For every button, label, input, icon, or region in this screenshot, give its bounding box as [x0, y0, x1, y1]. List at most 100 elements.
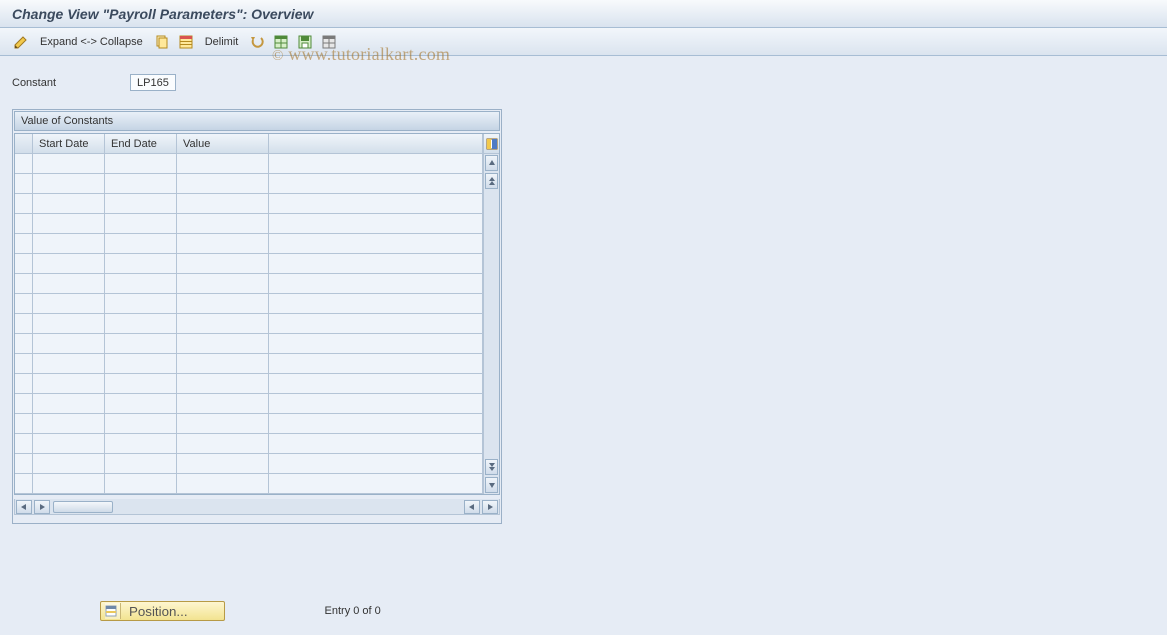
cell-value[interactable] [177, 234, 269, 254]
scroll-thumb-horizontal[interactable] [53, 501, 113, 513]
table-gray-icon[interactable] [320, 33, 338, 51]
expand-collapse-button[interactable]: Expand <-> Collapse [36, 36, 147, 48]
copy-icon[interactable] [153, 33, 171, 51]
cell-value[interactable] [177, 214, 269, 234]
table-row[interactable] [15, 154, 483, 174]
cell-start-date[interactable] [33, 294, 105, 314]
pencil-icon[interactable] [12, 33, 30, 51]
cell-end-date[interactable] [105, 414, 177, 434]
constant-value[interactable]: LP165 [130, 74, 176, 91]
row-handle[interactable] [15, 374, 33, 394]
cell-value[interactable] [177, 374, 269, 394]
table-row[interactable] [15, 174, 483, 194]
scroll-left-icon[interactable] [16, 500, 32, 514]
table-row[interactable] [15, 354, 483, 374]
row-handle[interactable] [15, 234, 33, 254]
row-handle[interactable] [15, 334, 33, 354]
cell-start-date[interactable] [33, 234, 105, 254]
cell-start-date[interactable] [33, 454, 105, 474]
cell-end-date[interactable] [105, 334, 177, 354]
scroll-right-inner-icon[interactable] [34, 500, 50, 514]
scroll-track-vertical[interactable] [484, 190, 499, 458]
cell-value[interactable] [177, 274, 269, 294]
row-handle[interactable] [15, 274, 33, 294]
row-handle-header[interactable] [15, 134, 33, 154]
select-all-icon[interactable] [177, 33, 195, 51]
table-row[interactable] [15, 334, 483, 354]
cell-value[interactable] [177, 254, 269, 274]
cell-start-date[interactable] [33, 214, 105, 234]
cell-value[interactable] [177, 354, 269, 374]
scroll-left-end-icon[interactable] [464, 500, 480, 514]
cell-end-date[interactable] [105, 454, 177, 474]
scroll-up-icon[interactable] [485, 155, 498, 171]
table-green-icon[interactable] [272, 33, 290, 51]
cell-start-date[interactable] [33, 274, 105, 294]
row-handle[interactable] [15, 174, 33, 194]
cell-end-date[interactable] [105, 354, 177, 374]
row-handle[interactable] [15, 354, 33, 374]
horizontal-scrollbar[interactable] [14, 499, 500, 515]
cell-value[interactable] [177, 454, 269, 474]
scroll-down-page-icon[interactable] [485, 459, 498, 475]
row-handle[interactable] [15, 454, 33, 474]
cell-value[interactable] [177, 314, 269, 334]
row-handle[interactable] [15, 214, 33, 234]
table-row[interactable] [15, 194, 483, 214]
table-row[interactable] [15, 374, 483, 394]
cell-start-date[interactable] [33, 434, 105, 454]
table-row[interactable] [15, 294, 483, 314]
table-row[interactable] [15, 394, 483, 414]
cell-start-date[interactable] [33, 314, 105, 334]
cell-value[interactable] [177, 474, 269, 494]
row-handle[interactable] [15, 474, 33, 494]
table-row[interactable] [15, 474, 483, 494]
undo-icon[interactable] [248, 33, 266, 51]
table-row[interactable] [15, 234, 483, 254]
cell-value[interactable] [177, 414, 269, 434]
scroll-down-icon[interactable] [485, 477, 498, 493]
row-handle[interactable] [15, 294, 33, 314]
cell-value[interactable] [177, 174, 269, 194]
row-handle[interactable] [15, 434, 33, 454]
cell-end-date[interactable] [105, 274, 177, 294]
cell-end-date[interactable] [105, 214, 177, 234]
cell-start-date[interactable] [33, 414, 105, 434]
row-handle[interactable] [15, 394, 33, 414]
table-row[interactable] [15, 314, 483, 334]
row-handle[interactable] [15, 194, 33, 214]
table-row[interactable] [15, 214, 483, 234]
cell-end-date[interactable] [105, 394, 177, 414]
cell-end-date[interactable] [105, 314, 177, 334]
scroll-up-page-icon[interactable] [485, 173, 498, 189]
cell-end-date[interactable] [105, 254, 177, 274]
cell-end-date[interactable] [105, 474, 177, 494]
table-row[interactable] [15, 454, 483, 474]
delimit-button[interactable]: Delimit [201, 36, 243, 48]
cell-end-date[interactable] [105, 434, 177, 454]
cell-value[interactable] [177, 334, 269, 354]
table-row[interactable] [15, 274, 483, 294]
table-row[interactable] [15, 254, 483, 274]
position-button[interactable]: Position... [100, 601, 225, 621]
cell-end-date[interactable] [105, 154, 177, 174]
cell-start-date[interactable] [33, 334, 105, 354]
cell-end-date[interactable] [105, 194, 177, 214]
cell-value[interactable] [177, 294, 269, 314]
table-settings-icon[interactable] [484, 134, 499, 154]
row-handle[interactable] [15, 314, 33, 334]
row-handle[interactable] [15, 414, 33, 434]
column-end-date[interactable]: End Date [105, 134, 177, 154]
cell-end-date[interactable] [105, 294, 177, 314]
cell-start-date[interactable] [33, 154, 105, 174]
cell-start-date[interactable] [33, 394, 105, 414]
cell-start-date[interactable] [33, 254, 105, 274]
cell-end-date[interactable] [105, 174, 177, 194]
cell-value[interactable] [177, 194, 269, 214]
cell-start-date[interactable] [33, 374, 105, 394]
cell-start-date[interactable] [33, 474, 105, 494]
save-green-icon[interactable] [296, 33, 314, 51]
cell-value[interactable] [177, 434, 269, 454]
table-row[interactable] [15, 414, 483, 434]
scroll-right-icon[interactable] [482, 500, 498, 514]
